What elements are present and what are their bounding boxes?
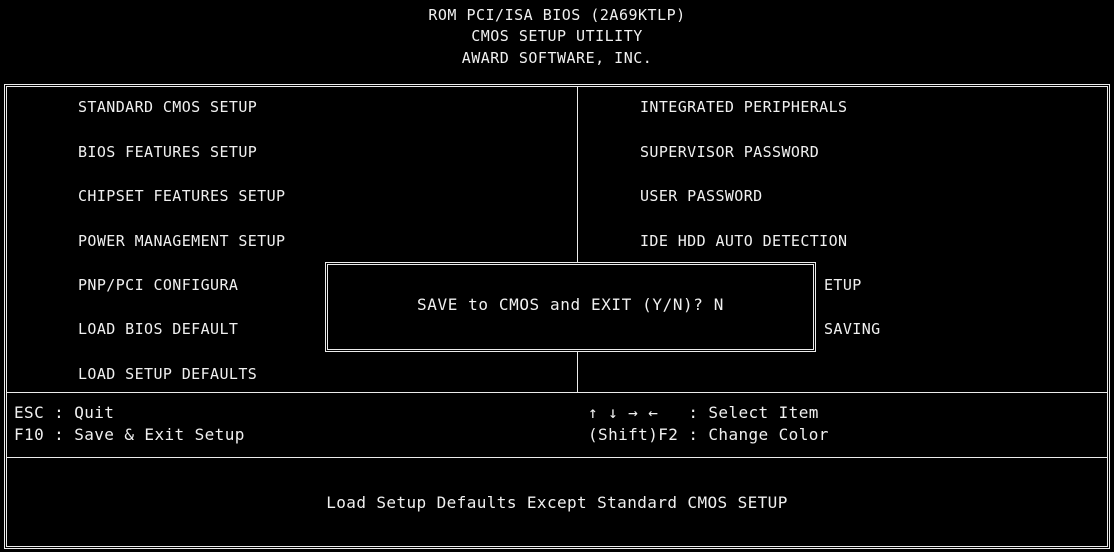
menu-item-standard-cmos-setup[interactable]: STANDARD CMOS SETUP — [78, 98, 257, 116]
menu-item-save-exit-setup[interactable]: ETUP — [824, 276, 862, 294]
menu-item-pnp-pci-configuration[interactable]: PNP/PCI CONFIGURA — [78, 276, 238, 294]
help-change-color: (Shift)F2 : Change Color — [588, 425, 829, 444]
save-exit-dialog[interactable]: SAVE to CMOS and EXIT (Y/N)? N — [325, 262, 816, 352]
menu-item-chipset-features-setup[interactable]: CHIPSET FEATURES SETUP — [78, 187, 285, 205]
bios-header: ROM PCI/ISA BIOS (2A69KTLP) CMOS SETUP U… — [0, 0, 1114, 84]
help-separator — [7, 457, 1107, 458]
menu-item-power-management-setup[interactable]: POWER MANAGEMENT SETUP — [78, 232, 285, 250]
bios-screen: ROM PCI/ISA BIOS (2A69KTLP) CMOS SETUP U… — [0, 0, 1114, 552]
vendor-name: AWARD SOFTWARE, INC. — [461, 49, 653, 67]
help-esc-quit: ESC : Quit — [14, 403, 115, 422]
menu-item-bios-features-setup[interactable]: BIOS FEATURES SETUP — [78, 143, 257, 161]
menu-item-user-password[interactable]: USER PASSWORD — [640, 187, 763, 205]
help-f10-save-exit: F10 : Save & Exit Setup — [14, 425, 245, 444]
bios-version: ROM PCI/ISA BIOS (2A69KTLP) — [428, 6, 686, 24]
menu-item-load-setup-defaults[interactable]: LOAD SETUP DEFAULTS — [78, 365, 257, 383]
menu-item-load-bios-defaults[interactable]: LOAD BIOS DEFAULT — [78, 320, 238, 338]
menu-item-ide-hdd-auto-detection[interactable]: IDE HDD AUTO DETECTION — [640, 232, 847, 250]
item-description: Load Setup Defaults Except Standard CMOS… — [326, 493, 788, 512]
help-select-item: ↑ ↓ → ← : Select Item — [588, 403, 819, 422]
menu-item-supervisor-password[interactable]: SUPERVISOR PASSWORD — [640, 143, 819, 161]
menu-separator — [7, 392, 1107, 393]
utility-title: CMOS SETUP UTILITY — [471, 27, 643, 45]
menu-item-integrated-peripherals[interactable]: INTEGRATED PERIPHERALS — [640, 98, 847, 116]
save-exit-prompt[interactable]: SAVE to CMOS and EXIT (Y/N)? N — [328, 295, 813, 314]
menu-item-exit-without-saving[interactable]: SAVING — [824, 320, 881, 338]
